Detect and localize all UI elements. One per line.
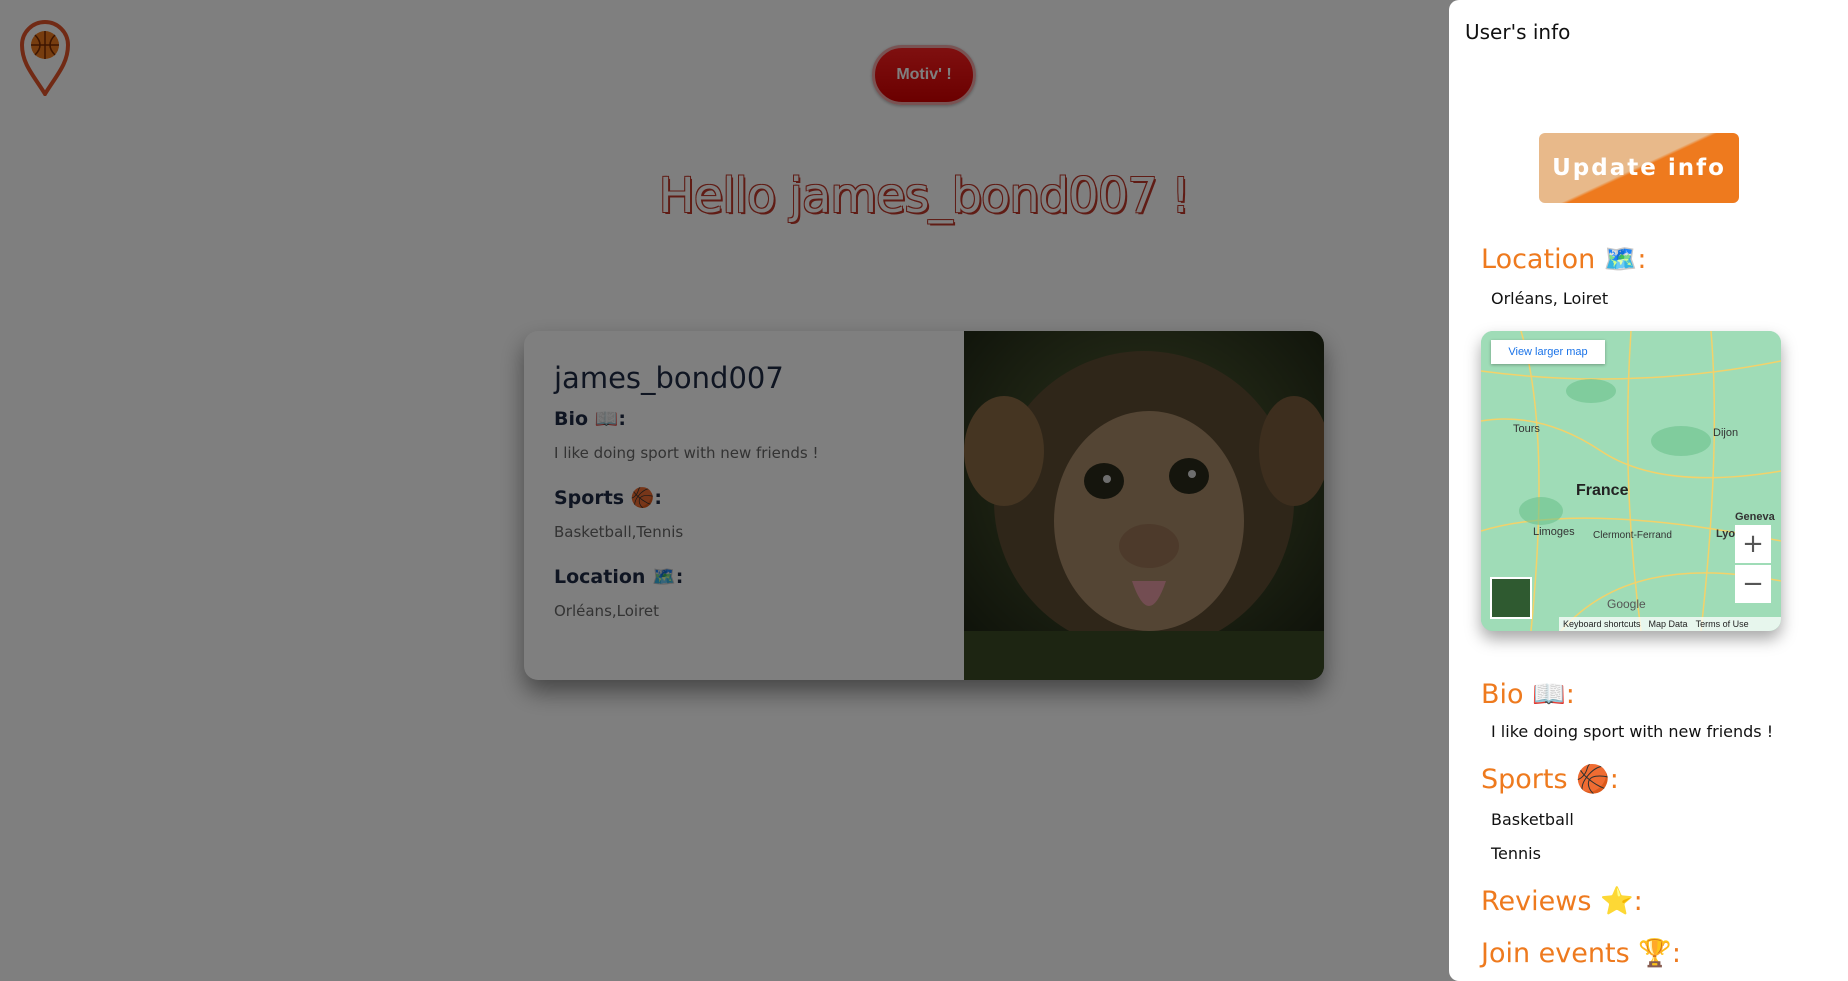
location-map[interactable]: View larger map Tours Dijon France Genev… [1481,331,1781,631]
map-label: Limoges [1533,526,1575,538]
map-label: France [1576,482,1629,499]
google-logo: Google [1607,597,1646,611]
reviews-section-title: Reviews ⭐: [1481,886,1643,917]
join-events-section-title: Join events 🏆: [1481,938,1681,969]
view-larger-map-link[interactable]: View larger map [1491,340,1605,364]
update-info-button[interactable]: Update info [1539,133,1739,203]
map-zoom-in-button[interactable]: + [1735,525,1771,563]
terms-link[interactable]: Terms of Use [1696,619,1749,629]
keyboard-shortcuts-link[interactable]: Keyboard shortcuts [1563,619,1641,629]
map-label: Dijon [1713,427,1739,439]
map-data-link[interactable]: Map Data [1649,619,1688,629]
map-label: Tours [1513,423,1540,435]
map-footer: Keyboard shortcuts Map Data Terms of Use [1559,617,1781,631]
bio-section-title: Bio 📖: [1481,679,1575,710]
panel-title: User's info [1465,20,1571,44]
map-zoom-out-button[interactable]: − [1735,565,1771,603]
location-text: Orléans, Loiret [1491,289,1609,308]
sport-item: Tennis [1491,844,1541,863]
map-label: Geneva [1735,511,1775,523]
sport-item: Basketball [1491,810,1574,829]
map-label: Clermont-Ferrand [1593,530,1672,541]
location-section-title: Location 🗺️: [1481,244,1647,275]
bio-text: I like doing sport with new friends ! [1491,722,1774,741]
user-info-panel: User's info Update info Location 🗺️: Orl… [1449,0,1848,981]
sports-section-title: Sports 🏀: [1481,764,1619,795]
